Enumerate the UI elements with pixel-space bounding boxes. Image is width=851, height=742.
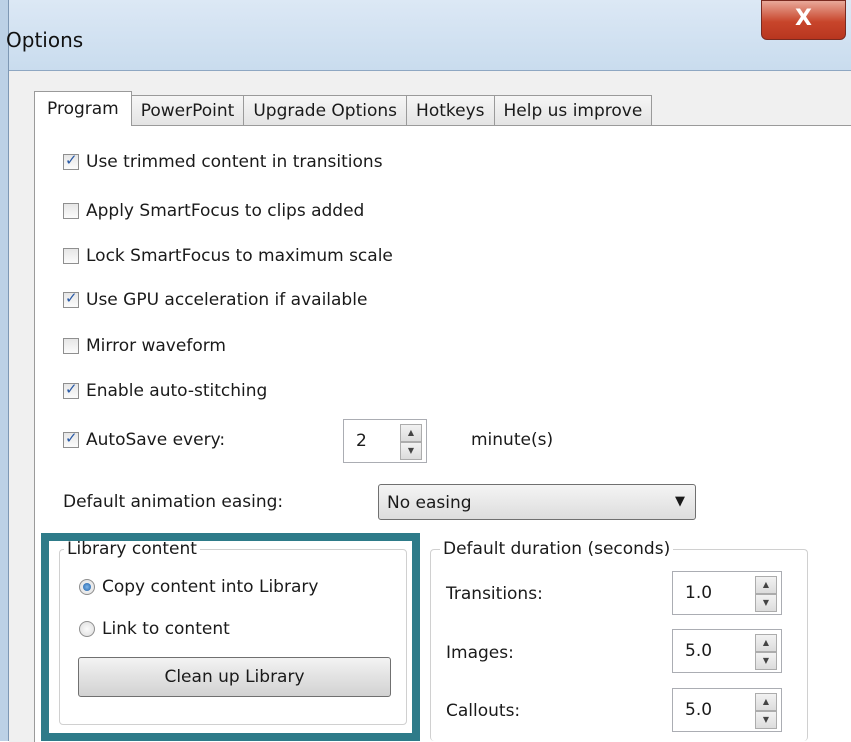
option-apply-smartfocus[interactable]: Apply SmartFocus to clips added [63, 201, 364, 221]
option-autosave[interactable]: AutoSave every: [63, 429, 226, 450]
easing-selected: No easing [387, 493, 472, 513]
tab-strip: Program PowerPoint Upgrade Options Hotke… [34, 91, 653, 126]
spinner-buttons: ▲ ▼ [755, 634, 777, 670]
option-lock-smartfocus[interactable]: Lock SmartFocus to maximum scale [63, 246, 393, 266]
title-bar[interactable]: Options X [0, 0, 851, 70]
option-mirror-waveform[interactable]: Mirror waveform [63, 336, 226, 356]
spin-up-icon[interactable]: ▲ [755, 693, 777, 711]
option-gpu-acceleration[interactable]: Use GPU acceleration if available [63, 289, 368, 310]
easing-dropdown[interactable]: No easing ▼ [378, 484, 696, 520]
images-value: 5.0 [685, 641, 713, 661]
window-frame [0, 0, 9, 741]
spin-down-icon[interactable]: ▼ [755, 594, 777, 612]
option-label: Lock SmartFocus to maximum scale [86, 246, 393, 266]
checkbox-icon[interactable] [63, 203, 79, 219]
close-button[interactable]: X [761, 0, 846, 40]
transitions-value: 1.0 [685, 583, 713, 603]
callouts-label: Callouts: [446, 701, 521, 721]
default-duration-legend: Default duration (seconds) [440, 539, 674, 559]
tab-program[interactable]: Program [34, 91, 132, 126]
option-label: Use trimmed content in transitions [86, 152, 383, 172]
chevron-down-icon: ▼ [675, 494, 685, 509]
images-duration-spinner[interactable]: 5.0 ▲ ▼ [672, 629, 782, 673]
transitions-duration-spinner[interactable]: 1.0 ▲ ▼ [672, 571, 782, 615]
highlight-frame [41, 533, 420, 741]
spinner-buttons: ▲ ▼ [755, 693, 777, 729]
autosave-value: 2 [356, 431, 367, 451]
spin-down-icon[interactable]: ▼ [755, 652, 777, 670]
checkbox-icon[interactable] [63, 289, 79, 308]
spin-up-icon[interactable]: ▲ [400, 424, 422, 442]
transitions-label: Transitions: [446, 584, 543, 604]
autosave-interval-spinner[interactable]: 2 ▲ ▼ [343, 419, 427, 463]
spin-up-icon[interactable]: ▲ [755, 634, 777, 652]
option-label: Mirror waveform [86, 336, 226, 356]
callouts-duration-spinner[interactable]: 5.0 ▲ ▼ [672, 688, 782, 732]
checkbox-icon[interactable] [63, 429, 79, 448]
option-auto-stitching[interactable]: Enable auto-stitching [63, 380, 268, 401]
options-window: Options X Program PowerPoint Upgrade Opt… [0, 0, 851, 742]
option-label: Apply SmartFocus to clips added [86, 201, 365, 221]
checkbox-icon[interactable] [63, 380, 79, 399]
callouts-value: 5.0 [685, 700, 713, 720]
spin-down-icon[interactable]: ▼ [755, 711, 777, 729]
easing-label: Default animation easing: [63, 492, 284, 512]
spin-up-icon[interactable]: ▲ [755, 576, 777, 594]
autosave-unit: minute(s) [471, 430, 554, 450]
tab-hotkeys[interactable]: Hotkeys [407, 95, 495, 126]
autosave-label: AutoSave every: [86, 430, 226, 450]
window-title: Options [6, 28, 84, 52]
option-label: Enable auto-stitching [86, 381, 268, 401]
spinner-buttons: ▲ ▼ [400, 424, 422, 460]
option-use-trimmed-content[interactable]: Use trimmed content in transitions [63, 151, 383, 172]
tab-help-us-improve[interactable]: Help us improve [494, 95, 653, 126]
option-label: Use GPU acceleration if available [86, 290, 368, 310]
tab-powerpoint[interactable]: PowerPoint [131, 95, 245, 126]
images-label: Images: [446, 643, 514, 663]
tab-upgrade-options[interactable]: Upgrade Options [244, 95, 408, 126]
checkbox-icon[interactable] [63, 248, 79, 264]
checkbox-icon[interactable] [63, 151, 79, 170]
checkbox-icon[interactable] [63, 338, 79, 354]
spinner-buttons: ▲ ▼ [755, 576, 777, 612]
spin-down-icon[interactable]: ▼ [400, 442, 422, 460]
